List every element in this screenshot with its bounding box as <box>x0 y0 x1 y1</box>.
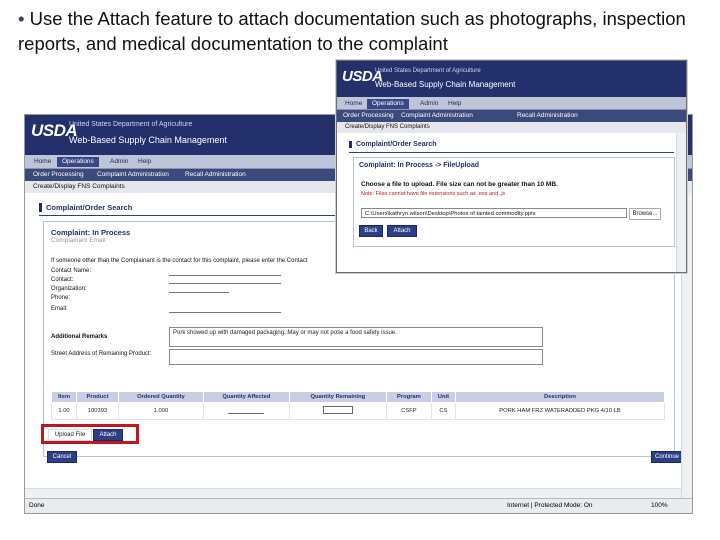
email-label: Email: <box>51 306 68 312</box>
browse-button[interactable]: Browse... <box>629 208 661 220</box>
tab-help[interactable]: Help <box>133 157 156 167</box>
popup-attach-button[interactable]: Attach <box>387 225 417 237</box>
attach-highlight-box <box>41 424 139 444</box>
subnav-order-processing[interactable]: Order Processing <box>33 170 84 180</box>
file-upload-window: USDA United States Department of Agricul… <box>336 60 687 273</box>
upload-restriction-note: Note: Files cannot have file extensions … <box>361 191 506 197</box>
table-header-row: Item Product Ordered Quantity Quantity A… <box>50 391 666 403</box>
cell-program: CSFP <box>385 402 432 420</box>
app-title: Web-Based Supply Chain Management <box>69 135 227 145</box>
panel-title[interactable]: Complaint/Order Search <box>39 203 132 212</box>
popup-back-button[interactable]: Back <box>359 225 383 237</box>
phone-label: Phone: <box>51 295 71 301</box>
popup-tab-operations[interactable]: Operations <box>367 99 409 109</box>
popup-tab-help[interactable]: Help <box>443 99 466 109</box>
col-program: Program <box>385 391 432 403</box>
slide-bullet-text: • Use the Attach feature to attach docum… <box>18 6 708 56</box>
cell-quantity-affected[interactable] <box>203 402 290 420</box>
upload-instructions: Choose a file to upload. File size can n… <box>361 181 558 188</box>
cell-unit: CS <box>430 402 456 420</box>
cell-ordered-quantity: 1.000 <box>117 402 205 420</box>
popup-vertical-scrollbar[interactable] <box>676 133 686 272</box>
table-row: 1.00 100393 1.000 CSFP CS PORK HAM FRZ W… <box>50 402 666 420</box>
contact-prompt: If someone other than the Complainant is… <box>51 258 308 264</box>
security-zone: Internet | Protected Mode: On <box>507 502 593 509</box>
popup-subnav-complaint-administration[interactable]: Complaint Administration <box>401 111 473 121</box>
col-quantity-affected: Quantity Affected <box>203 391 290 403</box>
col-unit: Unit <box>430 391 456 403</box>
popup-header: USDA United States Department of Agricul… <box>337 61 686 97</box>
tab-admin[interactable]: Admin <box>105 157 133 167</box>
complainant-email-row: Complainant Email <box>51 237 106 244</box>
file-path-input[interactable]: C:\Users\kathryn.wilson\Desktop\Photos o… <box>361 208 627 218</box>
subnav-complaint-administration[interactable]: Complaint Administration <box>97 170 169 180</box>
col-description: Description <box>454 391 666 403</box>
popup-app-title: Web-Based Supply Chain Management <box>375 80 516 89</box>
contact-name-field[interactable] <box>169 275 281 276</box>
cell-quantity-remaining[interactable] <box>288 402 387 420</box>
popup-breadcrumb: Create/Display FNS Complaints <box>337 122 686 133</box>
street-address-label: Street Address of Remaining Product: <box>51 351 152 357</box>
popup-panel-divider <box>349 152 674 153</box>
popup-subnav-order-processing[interactable]: Order Processing <box>343 111 394 121</box>
popup-tab-admin[interactable]: Admin <box>415 99 443 109</box>
col-item: Item <box>50 391 78 403</box>
department-name: United States Department of Agriculture <box>69 121 193 128</box>
additional-remarks-label: Additional Remarks <box>51 334 108 340</box>
additional-remarks-textarea[interactable]: Pork showed up with damaged packaging. M… <box>169 327 543 347</box>
popup-sub-nav: Order Processing Complaint Administratio… <box>337 110 686 122</box>
cell-item: 1.00 <box>50 402 78 420</box>
popup-subnav-recall-administration[interactable]: Recall Administration <box>517 111 578 121</box>
status-text: Done <box>29 502 45 509</box>
status-bar: Done Internet | Protected Mode: On 100% <box>25 498 692 513</box>
col-ordered-quantity: Ordered Quantity <box>117 391 205 403</box>
bullet-glyph: • <box>18 8 25 29</box>
popup-department-name: United States Department of Agriculture <box>375 68 481 74</box>
cell-product: 100393 <box>76 402 119 420</box>
organization-field[interactable] <box>169 292 229 293</box>
popup-nav: Home Operations Admin Help <box>337 97 686 110</box>
contact-label: Contact: <box>51 277 74 283</box>
section-title: Complaint: In Process <box>51 228 131 237</box>
slide-text-content: Use the Attach feature to attach documen… <box>18 8 686 54</box>
contact-name-label: Contact Name: <box>51 268 92 274</box>
popup-section-title: Complaint: In Process -> FileUpload <box>359 162 479 169</box>
street-address-textarea[interactable] <box>169 349 543 365</box>
popup-panel-title[interactable]: Complaint/Order Search <box>349 141 437 148</box>
col-product: Product <box>76 391 119 403</box>
organization-label: Organization: <box>51 286 87 292</box>
continue-button[interactable]: Continue <box>651 451 683 463</box>
email-field[interactable] <box>169 312 281 313</box>
contact-field[interactable] <box>169 283 281 284</box>
subnav-recall-administration[interactable]: Recall Administration <box>185 170 246 180</box>
popup-tab-home[interactable]: Home <box>340 99 367 109</box>
zoom-level[interactable]: 100% <box>651 499 668 513</box>
items-table: Item Product Ordered Quantity Quantity A… <box>50 391 666 420</box>
cancel-button[interactable]: Cancel <box>47 451 77 463</box>
cell-description: PORK HAM FRZ WATERADDED PKG 4/10 LB <box>454 402 666 420</box>
tab-home[interactable]: Home <box>29 157 56 167</box>
col-quantity-remaining: Quantity Remaining <box>288 391 387 403</box>
tab-operations[interactable]: Operations <box>57 157 99 167</box>
